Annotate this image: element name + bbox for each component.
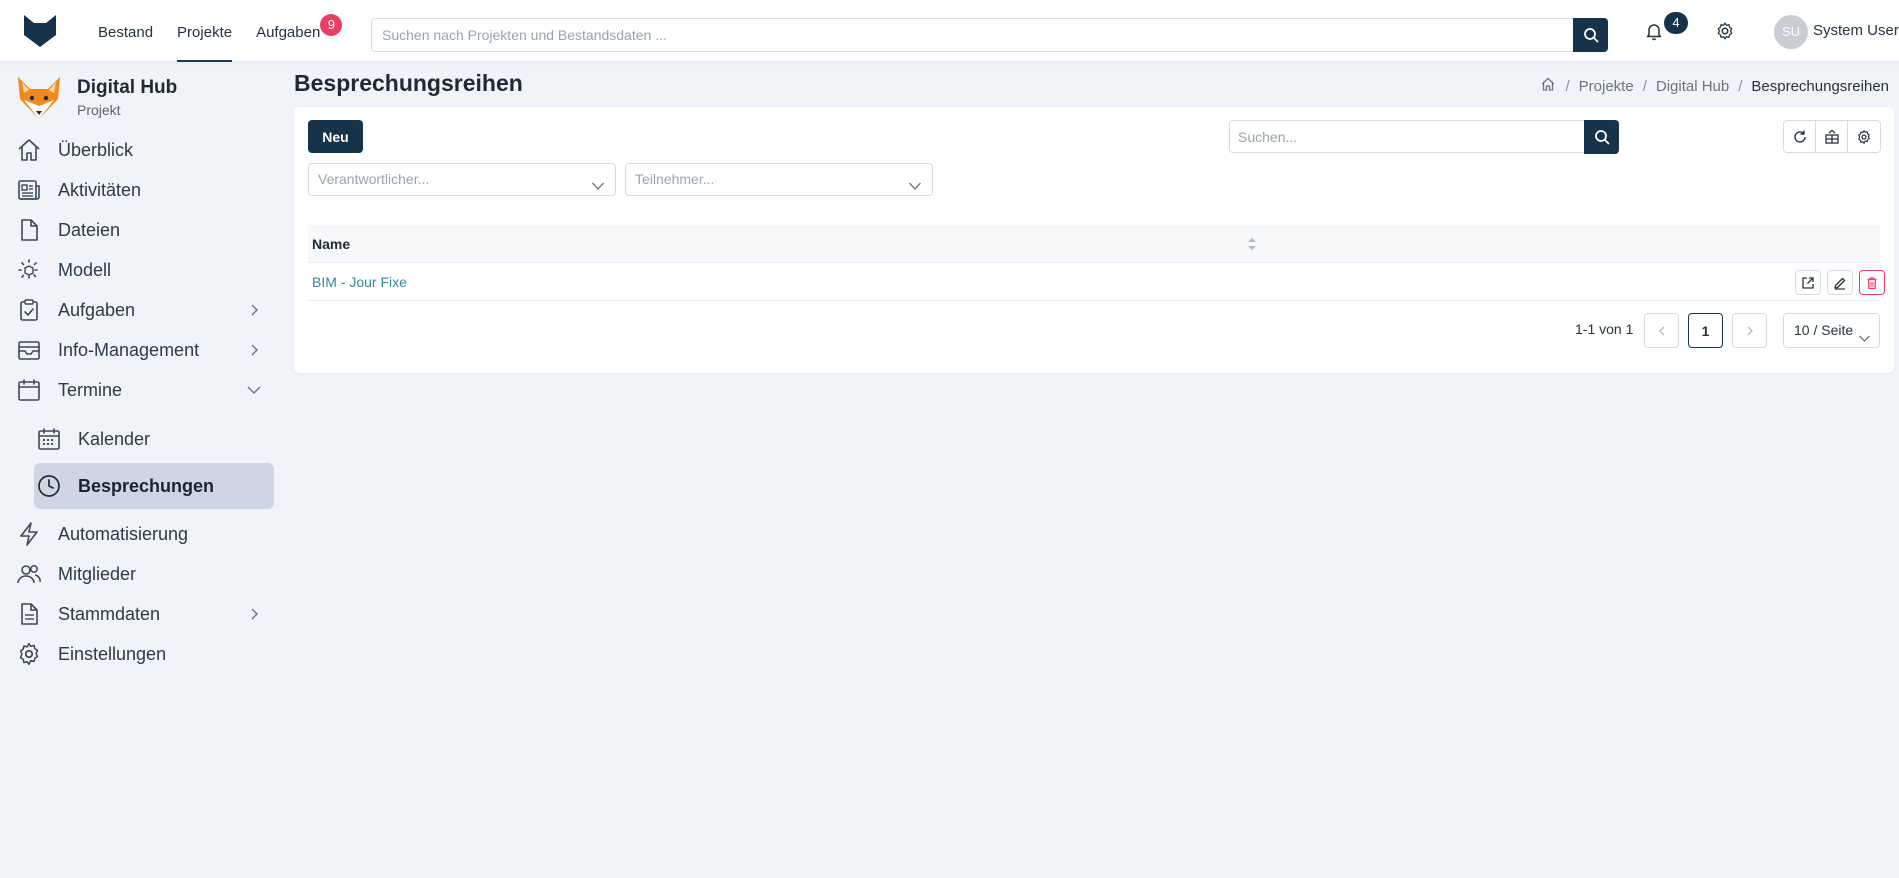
avatar[interactable]: SU bbox=[1774, 15, 1808, 49]
prev-page-button[interactable] bbox=[1644, 313, 1679, 348]
tasks-count-badge: 9 bbox=[320, 14, 343, 36]
document-icon bbox=[14, 599, 44, 629]
search-icon bbox=[1583, 28, 1598, 43]
table-toolbar bbox=[1783, 120, 1881, 153]
model-icon bbox=[14, 255, 44, 285]
page-title: Besprechungsreihen bbox=[294, 70, 523, 96]
app-logo-icon[interactable] bbox=[22, 13, 58, 49]
chevron-right-icon bbox=[246, 342, 262, 358]
pencil-icon bbox=[1834, 277, 1846, 290]
chevron-right-icon bbox=[246, 302, 262, 318]
table-row: BIM - Jour Fixe bbox=[308, 263, 1885, 301]
clock-icon bbox=[34, 471, 64, 501]
responsible-select[interactable]: Verantwortlicher... bbox=[308, 163, 616, 196]
sidebar-item-besprechungen[interactable]: Besprechungen bbox=[34, 463, 274, 509]
nav-item-aufgaben[interactable]: Aufgaben 9 bbox=[244, 0, 343, 62]
project-title: Digital Hub bbox=[77, 77, 178, 98]
open-button[interactable] bbox=[1795, 270, 1821, 295]
page-size-select[interactable]: 10 / Seite bbox=[1783, 313, 1880, 348]
file-icon bbox=[14, 215, 44, 245]
column-height-icon bbox=[1824, 129, 1839, 144]
table-search-button[interactable] bbox=[1584, 120, 1619, 154]
gear-icon bbox=[1858, 129, 1870, 144]
table-search-input[interactable] bbox=[1230, 121, 1580, 152]
breadcrumb: / Projekte / Digital Hub / Besprechungsr… bbox=[1540, 76, 1889, 96]
sidebar-item-kalender[interactable]: Kalender bbox=[34, 416, 274, 462]
page-number-button[interactable]: 1 bbox=[1688, 313, 1723, 348]
external-link-icon bbox=[1802, 276, 1814, 289]
global-search bbox=[371, 18, 1608, 52]
sidebar-item-termine[interactable]: Termine bbox=[14, 367, 274, 413]
breadcrumb-digital-hub[interactable]: Digital Hub bbox=[1656, 78, 1729, 95]
chevron-right-icon bbox=[246, 606, 262, 622]
home-icon[interactable] bbox=[1540, 76, 1556, 96]
gear-icon bbox=[14, 639, 44, 669]
trash-icon bbox=[1867, 276, 1877, 289]
global-search-input[interactable] bbox=[372, 19, 1562, 51]
settings-button[interactable] bbox=[1714, 20, 1736, 42]
main-nav: Bestand Projekte Aufgaben 9 bbox=[86, 0, 343, 62]
nav-item-projekte[interactable]: Projekte bbox=[165, 0, 244, 62]
breadcrumb-projekte[interactable]: Projekte bbox=[1579, 78, 1634, 95]
table-search bbox=[1229, 120, 1619, 154]
top-bar: Bestand Projekte Aufgaben 9 4 SU System … bbox=[0, 0, 1899, 62]
table-settings-button[interactable] bbox=[1848, 121, 1880, 152]
inbox-icon bbox=[14, 335, 44, 365]
notification-count-badge: 4 bbox=[1664, 12, 1688, 34]
global-search-button[interactable] bbox=[1573, 18, 1608, 52]
project-subtitle: Projekt bbox=[77, 102, 121, 118]
next-page-button[interactable] bbox=[1732, 313, 1767, 348]
edit-button[interactable] bbox=[1827, 270, 1853, 295]
delete-button[interactable] bbox=[1859, 270, 1885, 295]
refresh-icon bbox=[1793, 130, 1806, 143]
meeting-series-card: Neu Verantwortlicher... Teilnehmer... Na… bbox=[294, 107, 1894, 373]
chevron-left-icon bbox=[1658, 326, 1664, 335]
sidebar: Digital Hub Projekt Überblick Aktivitäte… bbox=[0, 63, 282, 878]
sidebar-item-einstellungen[interactable]: Einstellungen bbox=[14, 631, 274, 677]
user-name[interactable]: System User bbox=[1813, 22, 1899, 39]
participants-select[interactable]: Teilnehmer... bbox=[625, 163, 933, 196]
newspaper-icon bbox=[14, 175, 44, 205]
calendar-icon bbox=[14, 375, 44, 405]
search-icon bbox=[1594, 130, 1609, 145]
chevron-down-icon bbox=[1858, 324, 1871, 342]
chevron-down-icon bbox=[591, 173, 605, 190]
column-header-name[interactable]: Name bbox=[312, 236, 350, 252]
lightning-icon bbox=[14, 519, 44, 549]
chevron-right-icon bbox=[1747, 326, 1753, 335]
users-icon bbox=[14, 559, 44, 589]
sort-icon[interactable] bbox=[1246, 235, 1258, 253]
home-icon bbox=[14, 135, 44, 165]
chevron-down-icon bbox=[246, 382, 262, 398]
table-header: Name bbox=[308, 225, 1880, 263]
clipboard-check-icon bbox=[14, 295, 44, 325]
breadcrumb-current: Besprechungsreihen bbox=[1751, 77, 1889, 95]
fox-logo-icon bbox=[14, 73, 64, 123]
column-height-button[interactable] bbox=[1816, 121, 1848, 152]
row-name-link[interactable]: BIM - Jour Fixe bbox=[312, 274, 407, 290]
chevron-down-icon bbox=[908, 173, 922, 190]
calendar-grid-icon bbox=[34, 424, 64, 454]
refresh-button[interactable] bbox=[1784, 121, 1816, 152]
new-button[interactable]: Neu bbox=[308, 120, 363, 153]
gear-icon bbox=[1717, 22, 1733, 40]
bell-icon bbox=[1646, 24, 1662, 41]
nav-item-bestand[interactable]: Bestand bbox=[86, 0, 165, 62]
pagination-range: 1-1 von 1 bbox=[1575, 321, 1634, 337]
notifications-button[interactable] bbox=[1643, 20, 1665, 42]
